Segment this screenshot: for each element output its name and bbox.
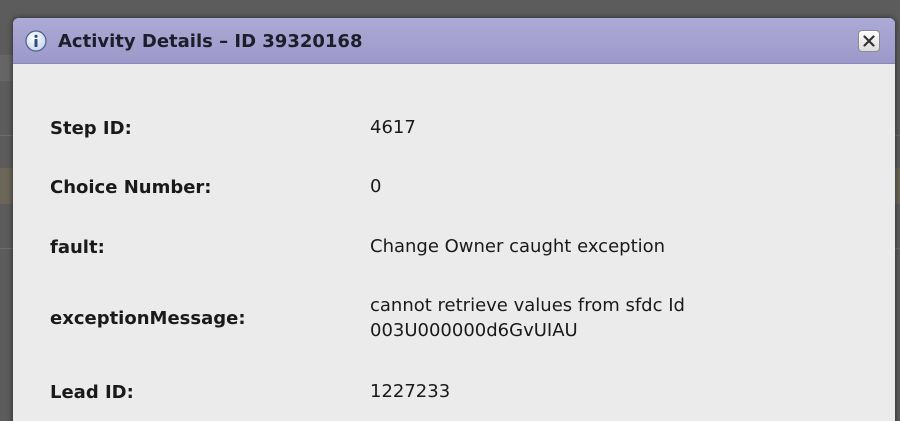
dialog-title: Activity Details – ID 39320168 [58,31,363,52]
detail-value: Change Owner caught exception [370,236,666,257]
detail-value: 0 [370,176,382,197]
detail-label: fault: [50,237,105,258]
info-icon [25,30,47,52]
activity-details-dialog: Activity Details – ID 39320168 Step ID: … [13,18,895,421]
dialog-titlebar[interactable]: Activity Details – ID 39320168 [13,18,895,64]
detail-label: Lead ID: [50,382,134,403]
background-header-strip [0,55,13,81]
detail-value: 4617 [370,117,416,138]
detail-value: 1227233 [370,381,451,402]
detail-label: Choice Number: [50,177,212,198]
close-icon [863,35,875,47]
close-button[interactable] [858,30,880,52]
detail-value-line: 003U000000d6GvUIAU [370,320,578,341]
detail-label: exceptionMessage: [50,308,246,329]
detail-value-line: cannot retrieve values from sfdc Id [370,295,685,316]
detail-label: Step ID: [50,118,132,139]
